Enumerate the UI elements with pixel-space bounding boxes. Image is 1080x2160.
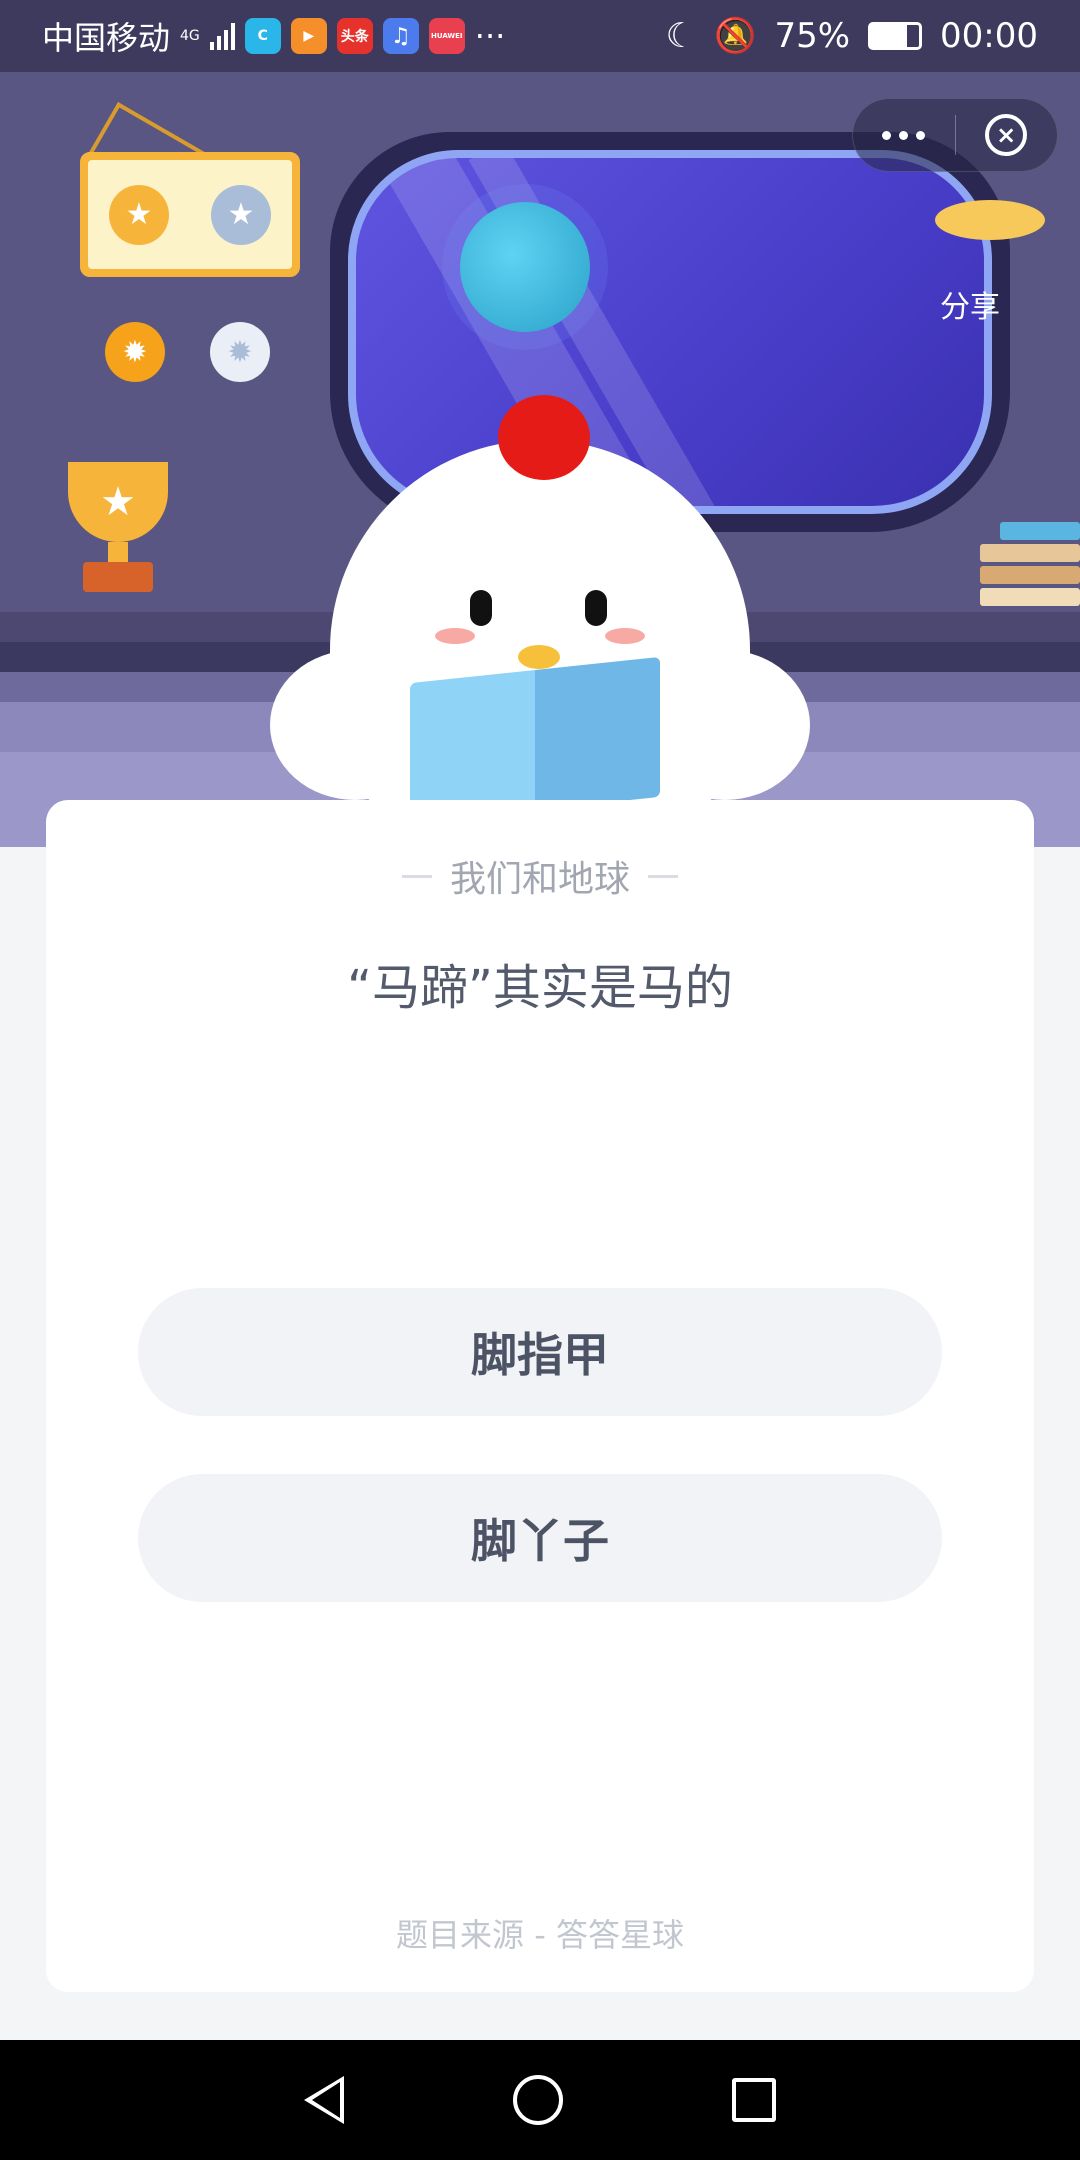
back-icon[interactable] [304, 2076, 345, 2124]
close-button[interactable]: × [955, 98, 1057, 172]
video-app-icon: ▶ [290, 18, 327, 54]
more-button[interactable] [853, 98, 955, 172]
chick-mascot [270, 395, 810, 860]
capsule-menu: × [852, 98, 1058, 172]
trophy-icon: ★ [58, 462, 178, 602]
home-icon[interactable] [512, 2075, 563, 2125]
more-dots-icon [882, 130, 892, 140]
status-left: 中国移动 4G C ▶ 头条 ♫ HUAWEI ··· [42, 13, 505, 59]
answer-option-1[interactable]: 脚指甲 [138, 1288, 942, 1416]
gold-medal-icon: ★ [109, 184, 169, 245]
earth-icon [460, 202, 590, 332]
question-text: “马蹄”其实是马的 [347, 960, 733, 1016]
book-icon [410, 656, 660, 824]
battery-icon [868, 22, 923, 50]
signal-icon [209, 22, 235, 50]
mute-bell-icon: 🔕 [714, 16, 757, 56]
comb-icon [498, 395, 590, 480]
books-icon [980, 522, 1080, 612]
battery-percent: 75% [774, 16, 851, 56]
subject-label: 我们和地球 [449, 859, 630, 900]
bronze-medal-icon: ✹ [105, 322, 165, 382]
answer-option-2[interactable]: 脚丫子 [138, 1474, 942, 1602]
status-right: ☾ 🔕 75% 00:00 [666, 16, 1038, 56]
moon-icon: ☾ [665, 16, 697, 56]
huawei-store-icon: HUAWEI [428, 18, 465, 54]
silver-medal-icon: ★ [211, 184, 271, 245]
clock: 00:00 [940, 16, 1038, 56]
ufo-share-icon[interactable] [935, 200, 1045, 240]
recent-apps-icon[interactable] [731, 2078, 776, 2122]
question-card: 我们和地球 “马蹄”其实是马的 脚指甲 脚丫子 题目来源 - 答答星球 [46, 800, 1034, 1992]
close-icon: × [985, 114, 1028, 156]
toutiao-app-icon: 头条 [336, 18, 373, 54]
status-bar: 中国移动 4G C ▶ 头条 ♫ HUAWEI ··· ☾ 🔕 75% 00:0… [0, 0, 1080, 72]
white-medal-icon: ✹ [210, 322, 270, 382]
question-source: 题目来源 - 答答星球 [396, 1916, 684, 1954]
system-nav-bar [0, 2040, 1080, 2160]
medal-frame: ★ ★ [80, 152, 300, 277]
music-app-icon: ♫ [382, 18, 419, 54]
carrier-label: 中国移动 [42, 19, 171, 57]
c-app-icon: C [244, 18, 281, 54]
subject-header: 我们和地球 [46, 850, 1034, 902]
network-type: 4G [180, 28, 200, 44]
share-button[interactable]: 分享 [940, 282, 1000, 326]
more-notifications: ··· [474, 17, 506, 55]
